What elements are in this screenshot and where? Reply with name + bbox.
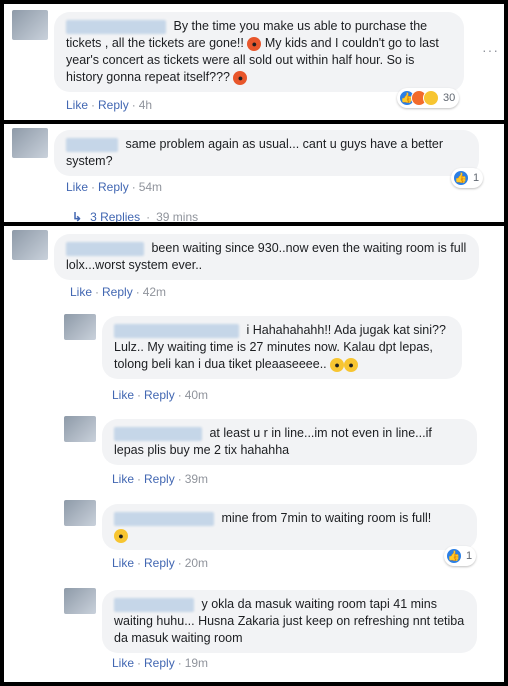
comment-actions: Like · Reply · 54m (66, 180, 163, 194)
sad-reaction-icon (423, 90, 439, 106)
reply-actions: Like · Reply · 40m (112, 388, 209, 402)
replies-link[interactable]: 3 Replies (90, 210, 140, 222)
reaction-count: 1 (466, 550, 473, 562)
reply-avatar[interactable] (64, 500, 96, 526)
angry-face-icon: ● (247, 36, 262, 51)
timestamp[interactable]: 40m (185, 388, 208, 402)
timestamp[interactable]: 42m (143, 285, 166, 299)
like-button[interactable]: Like (112, 388, 134, 402)
reply-arrow-icon: ↳ (72, 210, 83, 222)
comment-bubble: By the time you make us able to purchase… (54, 12, 464, 92)
comment-panel-3: been waiting since 930..now even the wai… (4, 226, 504, 682)
reply-actions: Like · Reply · 19m (112, 656, 209, 670)
timestamp[interactable]: 19m (185, 656, 208, 670)
reaction-summary[interactable]: 👍 30 (397, 88, 460, 108)
comment-actions: Like · Reply · 42m (70, 285, 167, 299)
reply-button[interactable]: Reply (144, 556, 175, 570)
reply-avatar[interactable] (64, 588, 96, 614)
timestamp[interactable]: 54m (139, 180, 162, 194)
avatar[interactable] (12, 230, 48, 260)
reply-bubble: i Hahahahahh!! Ada jugak kat sini?? Lulz… (102, 316, 462, 379)
reply-text: mine from 7min to waiting room is full! (221, 511, 432, 525)
like-reaction-icon: 👍 (446, 548, 462, 564)
reply-button[interactable]: Reply (98, 180, 129, 194)
avatar[interactable] (12, 128, 48, 158)
timestamp[interactable]: 4h (139, 98, 152, 112)
laughing-crying-icon: ● (330, 357, 345, 372)
comment-panel-2: same problem again as usual... cant u gu… (4, 124, 504, 222)
reaction-count: 1 (473, 172, 480, 184)
reply-button[interactable]: Reply (144, 656, 175, 670)
comment-bubble: been waiting since 930..now even the wai… (54, 234, 479, 280)
comment-actions: Like · Reply · 4h (66, 98, 153, 112)
view-replies[interactable]: ↳ 3 Replies · 39 mins (72, 210, 198, 222)
reply-bubble: mine from 7min to waiting room is full! … (102, 504, 477, 550)
reaction-summary[interactable]: 👍 1 (451, 168, 484, 188)
angry-face-icon: ● (233, 70, 248, 85)
comment-bubble: same problem again as usual... cant u gu… (54, 130, 479, 176)
like-reaction-icon: 👍 (453, 170, 469, 186)
more-options-icon[interactable]: ··· (482, 42, 499, 58)
laughing-crying-icon: ● (344, 357, 359, 372)
commenter-name[interactable] (66, 137, 118, 152)
reply-avatar[interactable] (64, 314, 96, 340)
replier-name[interactable] (114, 426, 202, 441)
reply-button[interactable]: Reply (98, 98, 129, 112)
timestamp[interactable]: 20m (185, 556, 208, 570)
replier-name[interactable] (114, 511, 214, 526)
reply-actions: Like · Reply · 39m (112, 472, 209, 486)
like-button[interactable]: Like (112, 556, 134, 570)
reply-avatar[interactable] (64, 416, 96, 442)
commenter-name[interactable] (66, 241, 144, 256)
reply-actions: Like · Reply · 20m (112, 556, 209, 570)
comment-text: same problem again as usual... cant u gu… (66, 137, 444, 168)
disappointed-face-icon: ● (114, 528, 128, 543)
commenter-name[interactable] (66, 19, 166, 34)
reply-button[interactable]: Reply (144, 388, 175, 402)
avatar[interactable] (12, 10, 48, 40)
replier-name[interactable] (114, 323, 239, 338)
replies-time: 39 mins (156, 210, 199, 222)
like-button[interactable]: Like (112, 472, 134, 486)
replier-name[interactable] (114, 597, 194, 612)
reaction-summary[interactable]: 👍 1 (444, 546, 477, 566)
comment-panel-1: By the time you make us able to purchase… (4, 4, 504, 120)
like-button[interactable]: Like (112, 656, 134, 670)
reply-button[interactable]: Reply (102, 285, 133, 299)
like-button[interactable]: Like (66, 98, 88, 112)
reply-bubble: at least u r in line...im not even in li… (102, 419, 477, 465)
like-button[interactable]: Like (66, 180, 88, 194)
like-button[interactable]: Like (70, 285, 92, 299)
reply-button[interactable]: Reply (144, 472, 175, 486)
reply-bubble: y okla da masuk waiting room tapi 41 min… (102, 590, 477, 653)
reaction-count: 30 (443, 92, 456, 104)
timestamp[interactable]: 39m (185, 472, 208, 486)
